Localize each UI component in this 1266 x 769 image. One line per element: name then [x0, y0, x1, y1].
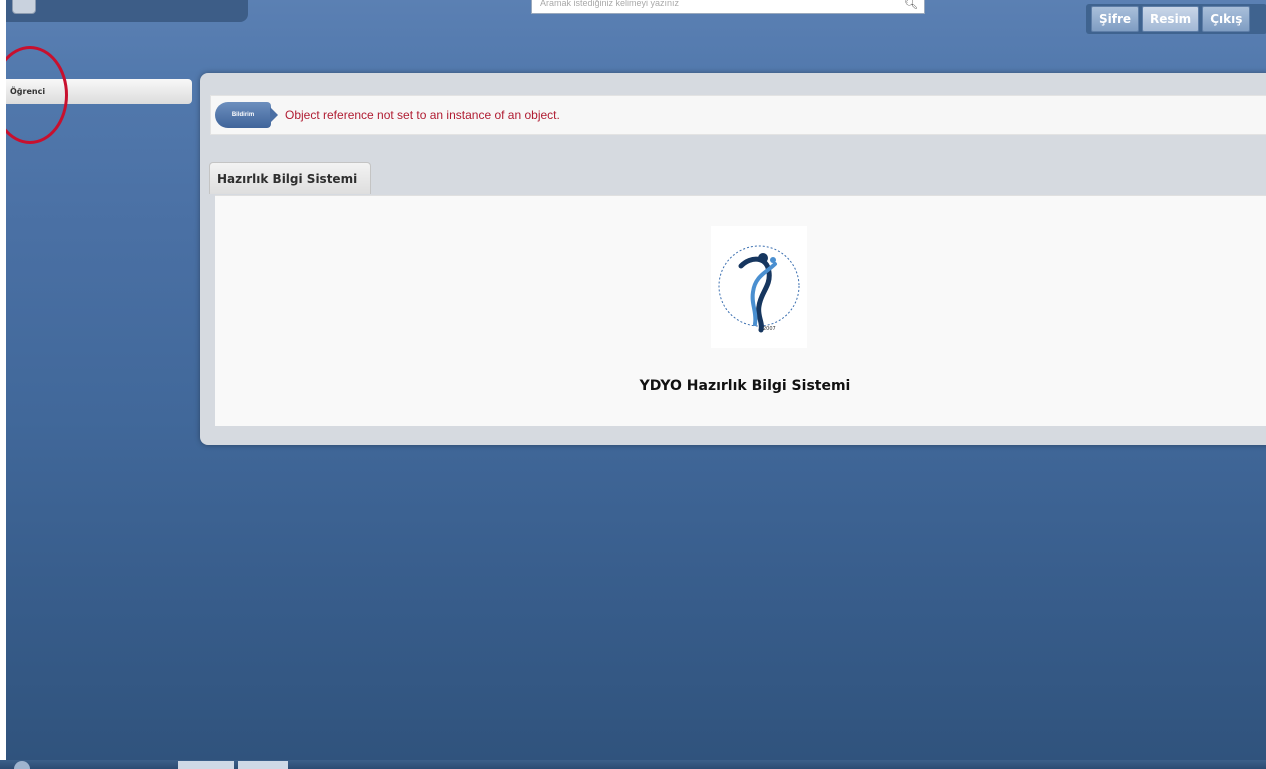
taskbar-item[interactable]	[238, 761, 288, 769]
error-message: Object reference not set to an instance …	[285, 108, 560, 122]
university-logo: 2007	[711, 226, 807, 348]
password-button[interactable]: Şifre	[1091, 6, 1140, 32]
message-bar: Bildirim Object reference not set to an …	[210, 95, 1266, 135]
app-logo-icon	[12, 0, 36, 14]
header-logo-area	[6, 0, 248, 22]
svg-text:2007: 2007	[763, 326, 776, 332]
sidebar-item-student[interactable]: Öğrenci	[6, 79, 192, 104]
taskbar-item[interactable]	[178, 761, 234, 769]
content-title: YDYO Hazırlık Bilgi Sistemi	[639, 378, 851, 394]
logout-button[interactable]: Çıkış	[1202, 6, 1251, 32]
header-toolbar: Şifre Resim Çıkış	[1086, 4, 1266, 34]
university-seal-icon: 2007	[711, 226, 807, 348]
tab-content: 2007 YDYO Hazırlık Bilgi Sistemi	[215, 195, 1266, 426]
message-badge: Bildirim	[215, 102, 278, 128]
picture-button[interactable]: Resim	[1142, 6, 1200, 32]
tab-label: Hazırlık Bilgi Sistemi	[217, 171, 358, 186]
start-button[interactable]	[14, 761, 30, 769]
sidebar-item-label: Öğrenci	[10, 87, 46, 96]
search-input[interactable]: Aramak istediğiniz kelimeyi yazınız 🔍︎	[531, 0, 925, 14]
main-panel: Bildirim Object reference not set to an …	[200, 73, 1266, 445]
search-icon[interactable]: 🔍︎	[904, 0, 918, 10]
taskbar	[0, 760, 1266, 769]
tab-hazirlik-bilgi-sistemi[interactable]: Hazırlık Bilgi Sistemi	[209, 162, 371, 194]
search-placeholder: Aramak istediğiniz kelimeyi yazınız	[540, 0, 680, 8]
app-window: Aramak istediğiniz kelimeyi yazınız 🔍︎ Ş…	[6, 0, 1266, 760]
